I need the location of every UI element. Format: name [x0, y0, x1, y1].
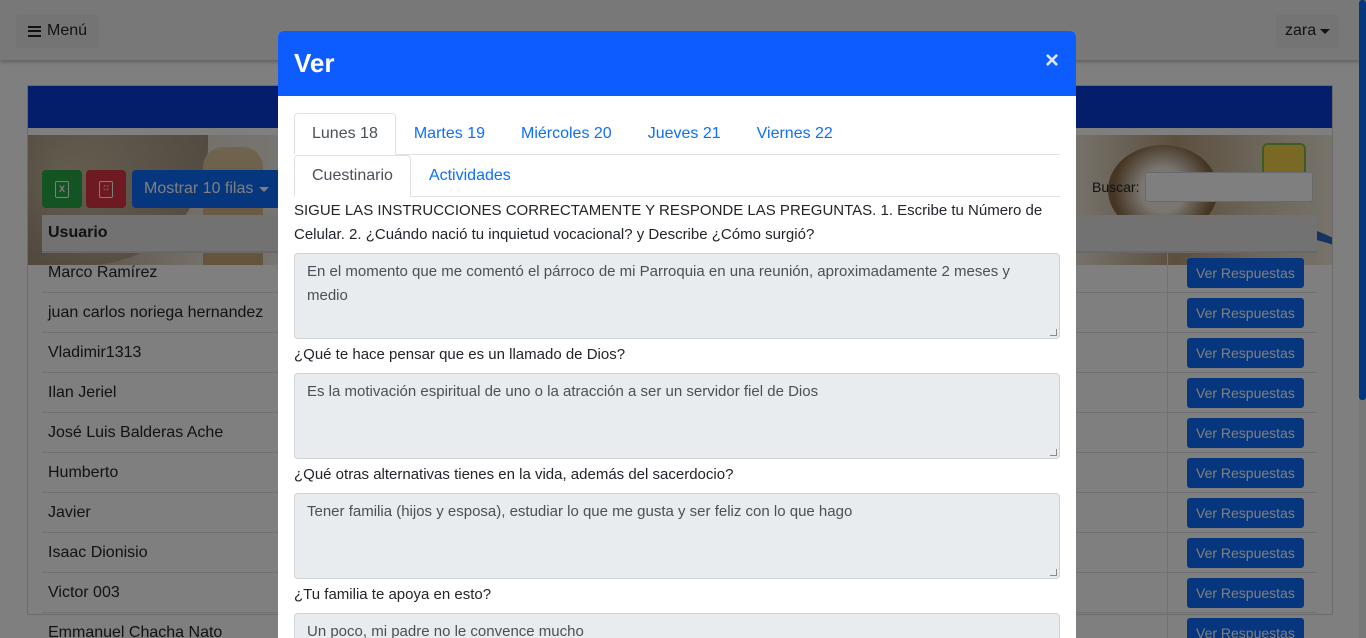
modal-body: Lunes 18 Martes 19 Miércoles 20 Jueves 21 Vi… — [278, 96, 1076, 638]
view-modal: Ver × Lunes 18 Martes 19 Miércoles 20 Jueve… — [278, 31, 1076, 638]
answer-textarea[interactable]: Un poco, mi padre no le convence mucho — [294, 613, 1060, 638]
question-label: ¿Qué otras alternativas tienes en la vid… — [294, 466, 734, 483]
answer-textarea[interactable]: En el momento que me comentó el párroco … — [294, 253, 1060, 339]
tab-day-0[interactable]: Lunes 18 — [294, 113, 396, 155]
modal-header: Ver × — [278, 31, 1076, 96]
tab-actividades[interactable]: Actividades — [411, 155, 529, 197]
tab-day-3[interactable]: Jueves 21 — [630, 113, 739, 155]
answer-textarea[interactable]: Tener familia (hijos y esposa), estudiar… — [294, 493, 1060, 579]
question-label: ¿Tu familia te apoya en esto? — [294, 586, 492, 603]
tab-day-4[interactable]: Viernes 22 — [739, 113, 851, 155]
question-label: ¿Qué te hace pensar que es un llamado de… — [294, 346, 626, 363]
close-icon[interactable]: × — [1045, 49, 1059, 73]
tab-cuestionario[interactable]: Cuestinario — [294, 155, 411, 197]
question-label: SIGUE LAS INSTRUCCIONES CORRECTAMENTE Y … — [294, 202, 1043, 243]
day-tabs: Lunes 18 Martes 19 Miércoles 20 Jueves 21 Vi… — [294, 113, 1060, 155]
tab-day-1[interactable]: Martes 19 — [396, 113, 503, 155]
tab-day-2[interactable]: Miércoles 20 — [503, 113, 630, 155]
answer-textarea[interactable]: Es la motivación espiritual de uno o la … — [294, 373, 1060, 459]
section-tabs: Cuestinario Actividades — [294, 155, 1060, 197]
modal-title: Ver — [294, 48, 335, 78]
questionnaire: SIGUE LAS INSTRUCCIONES CORRECTAMENTE Y … — [294, 199, 1060, 638]
